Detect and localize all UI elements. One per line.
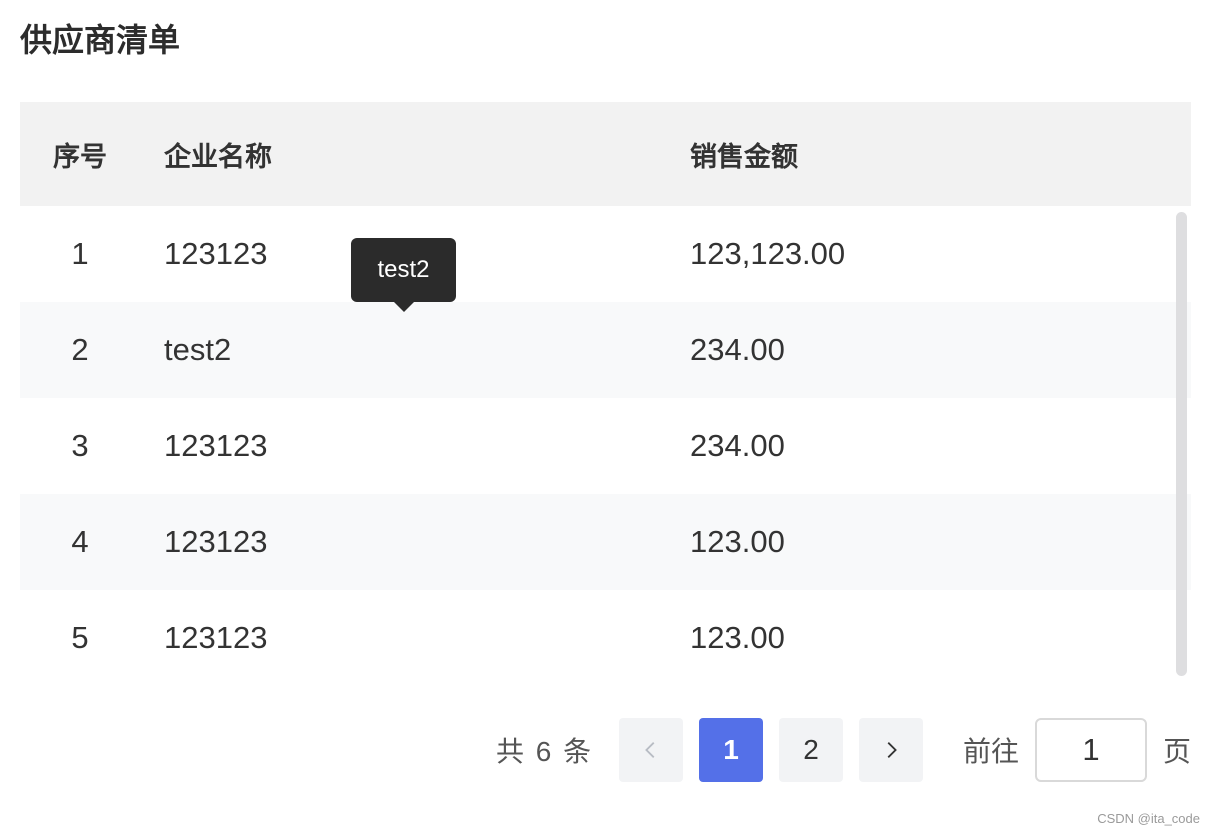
- cell-index: 5: [71, 620, 89, 655]
- watermark: CSDN @ita_code: [1097, 811, 1200, 826]
- goto-page-input[interactable]: [1035, 718, 1147, 782]
- cell-company-name: 123123: [164, 524, 268, 559]
- supplier-table: 序号 企业名称 销售金额 1 123123 123,123.00 2 test2…: [20, 102, 1191, 686]
- table-row[interactable]: 1 123123 123,123.00: [20, 206, 1191, 302]
- cell-index: 2: [71, 332, 89, 367]
- cell-index: 4: [71, 524, 89, 559]
- cell-index: 1: [71, 236, 89, 271]
- cell-company-name: 123123: [164, 620, 268, 655]
- prev-page-button[interactable]: [619, 718, 683, 782]
- chevron-left-icon: [640, 739, 662, 761]
- cell-sales-amount: 234.00: [690, 428, 785, 463]
- goto-label: 前往: [963, 736, 1020, 767]
- cell-company-name: 123123: [164, 428, 268, 463]
- cell-sales-amount: 234.00: [690, 332, 785, 367]
- page-suffix: 页: [1163, 736, 1192, 767]
- page-button-1[interactable]: 1: [699, 718, 763, 782]
- chevron-right-icon: [880, 739, 902, 761]
- cell-company-name: test2: [164, 332, 232, 367]
- table-row[interactable]: 2 test2 234.00: [20, 302, 1191, 398]
- table-row[interactable]: 4 123123 123.00: [20, 494, 1191, 590]
- table-header: 序号 企业名称 销售金额: [20, 102, 1191, 206]
- total-count: 共 6 条: [496, 736, 594, 767]
- cell-sales-amount: 123.00: [690, 524, 785, 559]
- table-row[interactable]: 5 123123 123.00: [20, 590, 1191, 686]
- header-company-name: 企业名称: [164, 141, 272, 172]
- cell-sales-amount: 123.00: [690, 620, 785, 655]
- table-row[interactable]: 3 123123 234.00: [20, 398, 1191, 494]
- cell-sales-amount: 123,123.00: [690, 236, 846, 271]
- next-page-button[interactable]: [859, 718, 923, 782]
- table-body: 1 123123 123,123.00 2 test2 234.00 3 123…: [20, 206, 1191, 686]
- page-title: 供应商清单: [20, 22, 181, 58]
- pagination: 共 6 条 1 2 前往 页: [0, 718, 1214, 782]
- header-sales-amount: 销售金额: [690, 141, 798, 172]
- header-index: 序号: [53, 141, 107, 172]
- name-tooltip: test2: [351, 238, 456, 312]
- cell-index: 3: [71, 428, 89, 463]
- vertical-scrollbar[interactable]: [1176, 212, 1187, 676]
- page-button-2[interactable]: 2: [779, 718, 843, 782]
